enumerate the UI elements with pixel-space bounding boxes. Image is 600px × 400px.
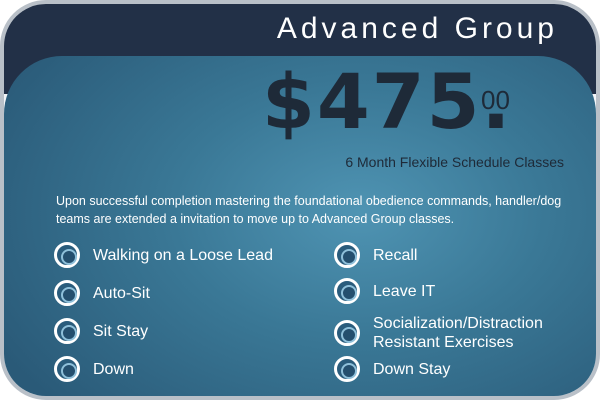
price-cents: 00 — [481, 85, 510, 115]
skill-label: Leave IT — [373, 282, 436, 300]
schedule-subtitle: 6 Month Flexible Schedule Classes — [345, 154, 564, 170]
circle-bullet-icon — [54, 318, 80, 344]
page-title: Advanced Group — [276, 12, 558, 45]
list-item: Leave IT — [334, 278, 435, 304]
skill-label: Down — [93, 360, 134, 378]
circle-bullet-icon — [54, 242, 80, 268]
advanced-group-card: Advanced Group $475. 00 6 Month Flexible… — [0, 0, 600, 400]
list-item: Down — [54, 356, 134, 382]
skill-label: Auto-Sit — [93, 284, 150, 302]
circle-bullet-icon — [54, 356, 80, 382]
list-item: Socialization/Distraction Resistant Exer… — [334, 314, 573, 352]
skill-label: Recall — [373, 246, 418, 264]
circle-bullet-icon — [54, 280, 80, 306]
list-item: Walking on a Loose Lead — [54, 242, 273, 268]
price-amount: $475. — [262, 57, 513, 146]
description-text: Upon successful completion mastering the… — [56, 194, 562, 226]
circle-bullet-icon — [334, 242, 360, 268]
circle-bullet-icon — [334, 320, 360, 346]
skill-label: Sit Stay — [93, 322, 149, 340]
list-item: Down Stay — [334, 356, 450, 382]
skill-label: Walking on a Loose Lead — [93, 246, 273, 264]
skill-label: Down Stay — [373, 360, 451, 378]
list-item: Recall — [334, 242, 417, 268]
circle-bullet-icon — [334, 278, 360, 304]
list-item: Sit Stay — [54, 318, 148, 344]
skill-label: Socialization/Distraction Resistant Exer… — [373, 315, 543, 351]
list-item: Auto-Sit — [54, 280, 150, 306]
circle-bullet-icon — [334, 356, 360, 382]
